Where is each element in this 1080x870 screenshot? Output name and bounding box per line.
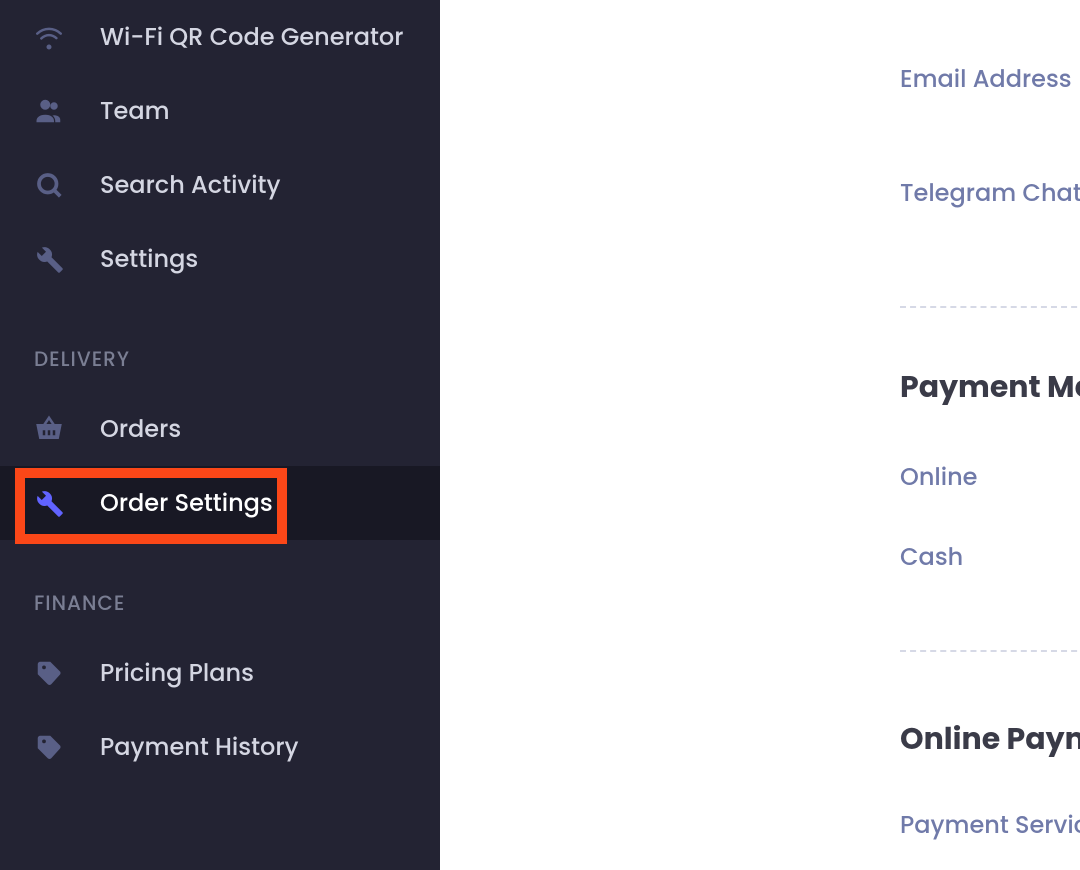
main-content: Email Address Telegram Chat Id Payment M… xyxy=(440,0,1080,870)
section-label-delivery: DELIVERY xyxy=(0,296,440,392)
sidebar-item-settings[interactable]: Settings xyxy=(0,222,440,296)
basket-icon xyxy=(34,414,66,444)
sidebar-item-payment-history[interactable]: Payment History xyxy=(0,710,440,784)
divider xyxy=(900,650,1080,652)
sidebar-item-wifi-qr[interactable]: Wi-Fi QR Code Generator xyxy=(0,0,440,74)
wrench-icon xyxy=(34,244,66,274)
wrench-icon xyxy=(34,488,66,518)
option-online: Online xyxy=(900,460,977,495)
search-icon xyxy=(34,170,66,200)
sidebar-item-label: Team xyxy=(100,94,170,129)
tag-icon xyxy=(34,658,66,688)
sidebar-item-team[interactable]: Team xyxy=(0,74,440,148)
sidebar: Wi-Fi QR Code Generator Team Search Acti… xyxy=(0,0,440,870)
sidebar-item-search-activity[interactable]: Search Activity xyxy=(0,148,440,222)
label-payment-service: Payment Service xyxy=(900,808,1080,843)
sidebar-item-label: Order Settings xyxy=(100,486,273,521)
sidebar-item-label: Orders xyxy=(100,412,181,447)
heading-payment-methods: Payment Methods xyxy=(900,364,1080,410)
sidebar-item-order-settings[interactable]: Order Settings xyxy=(0,466,440,540)
team-icon xyxy=(34,96,66,126)
label-telegram-chat-id: Telegram Chat Id xyxy=(900,176,1080,211)
wifi-icon xyxy=(34,22,66,52)
section-label-finance: FINANCE xyxy=(0,540,440,636)
tag-icon xyxy=(34,732,66,762)
heading-online-payment: Online Payment xyxy=(900,716,1080,762)
sidebar-item-orders[interactable]: Orders xyxy=(0,392,440,466)
label-email-address: Email Address xyxy=(900,62,1072,97)
sidebar-item-label: Wi-Fi QR Code Generator xyxy=(100,20,403,55)
divider xyxy=(900,306,1080,308)
sidebar-item-label: Payment History xyxy=(100,730,299,765)
sidebar-item-label: Settings xyxy=(100,242,198,277)
sidebar-item-label: Search Activity xyxy=(100,168,280,203)
sidebar-item-pricing-plans[interactable]: Pricing Plans xyxy=(0,636,440,710)
sidebar-item-label: Pricing Plans xyxy=(100,656,254,691)
option-cash: Cash xyxy=(900,540,963,575)
